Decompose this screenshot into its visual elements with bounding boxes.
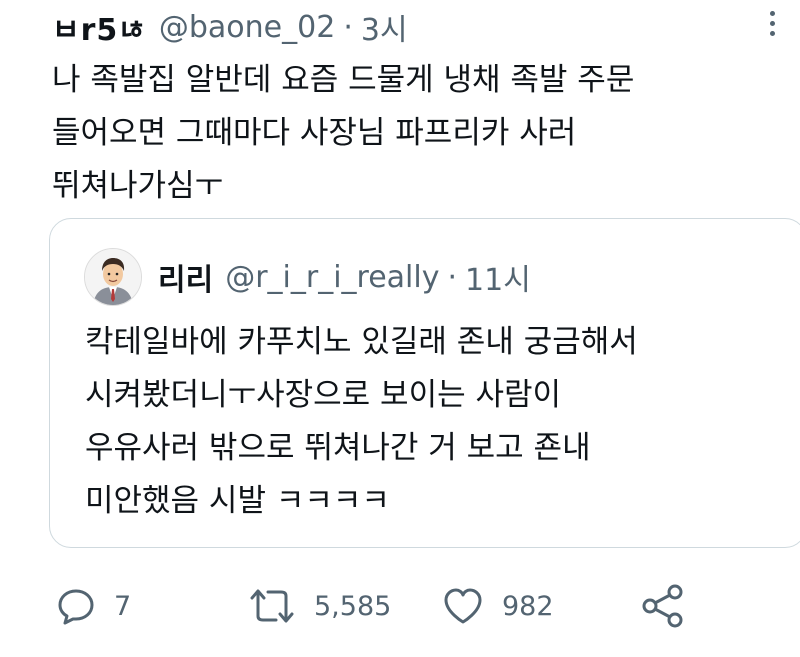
heart-icon bbox=[444, 588, 482, 624]
reply-icon bbox=[58, 589, 94, 625]
tweet-timestamp[interactable]: 3시 bbox=[361, 5, 408, 49]
separator-dot: · bbox=[343, 9, 353, 45]
like-count: 982 bbox=[502, 590, 554, 622]
author-handle[interactable]: @baone_02 bbox=[159, 10, 335, 45]
quoted-text-line: 칵테일바에 카푸치노 있길래 존내 궁금해서 bbox=[85, 324, 638, 360]
author-display-name[interactable]: ㅂr5ㄶ bbox=[52, 5, 147, 49]
more-horizontal-icon bbox=[769, 10, 775, 16]
quoted-tweet-header: 리리 @r_i_r_i_really · 11시 bbox=[84, 247, 531, 307]
separator-dot: · bbox=[447, 259, 458, 295]
quoted-text-line: 우유사러 밖으로 뛰쳐나간 거 보고 죤내 bbox=[85, 430, 591, 466]
retweet-button[interactable]: 5,585 bbox=[248, 578, 391, 634]
quoted-author-handle[interactable]: @r_i_r_i_really bbox=[225, 260, 439, 295]
quoted-text-line: 미안했음 시발 ㅋㅋㅋㅋ bbox=[85, 483, 390, 519]
tweet: ㅂr5ㄶ @baone_02 · 3시 나 족발집 알반데 요즘 드물게 냉채 … bbox=[0, 0, 800, 657]
share-icon bbox=[642, 584, 683, 628]
tweet-header: ㅂr5ㄶ @baone_02 · 3시 bbox=[52, 4, 408, 50]
share-button[interactable] bbox=[640, 578, 686, 634]
tweet-action-bar: 7 5,585 982 bbox=[52, 578, 752, 634]
quoted-author-display-name[interactable]: 리리 bbox=[158, 255, 213, 299]
tweet-text: 나 족발집 알반데 요즘 드물게 냉채 족발 주문 들어오면 그때마다 사장님 … bbox=[52, 54, 782, 213]
like-button[interactable]: 982 bbox=[442, 578, 554, 634]
tweet-text-line: 들어오면 그때마다 사장님 파프리카 사러 bbox=[52, 115, 577, 151]
quoted-text-line: 시켜봤더니ㅜ사장으로 보이는 사람이 bbox=[85, 377, 562, 413]
more-options-button[interactable] bbox=[760, 6, 784, 40]
quoted-tweet-text: 칵테일바에 카푸치노 있길래 존내 궁금해서 시켜봤더니ㅜ사장으로 보이는 사람… bbox=[85, 316, 638, 528]
reply-button[interactable]: 7 bbox=[56, 578, 131, 634]
avatar[interactable] bbox=[84, 248, 142, 306]
quoted-tweet-timestamp[interactable]: 11시 bbox=[465, 255, 531, 299]
tweet-text-line: 나 족발집 알반데 요즘 드물게 냉채 족발 주문 bbox=[52, 62, 635, 98]
reply-count: 7 bbox=[114, 590, 132, 622]
retweet-icon bbox=[250, 589, 294, 623]
tweet-text-line: 뛰쳐나가심ㅜ bbox=[52, 168, 224, 204]
retweet-count: 5,585 bbox=[314, 590, 392, 622]
